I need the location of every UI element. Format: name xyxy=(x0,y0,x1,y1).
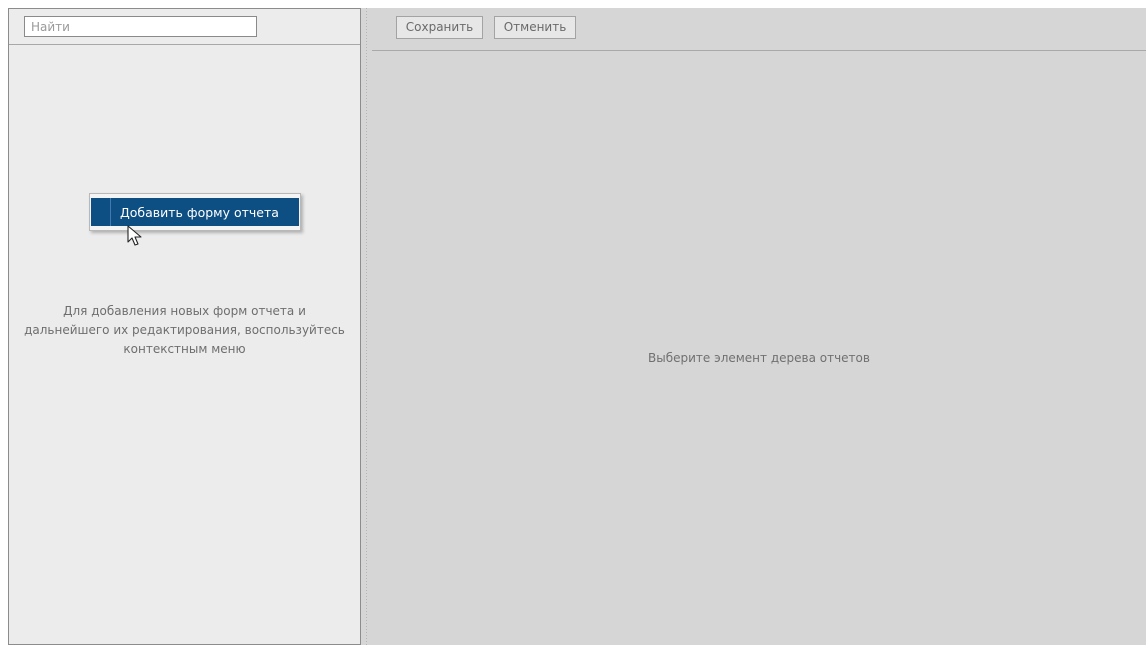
report-tree-panel: Добавить форму отчета Для добавления нов… xyxy=(8,8,361,645)
report-editor-window: Добавить форму отчета Для добавления нов… xyxy=(8,8,1146,645)
mouse-pointer-icon xyxy=(127,225,142,246)
menu-item-gutter xyxy=(91,198,111,226)
panel-splitter[interactable] xyxy=(366,8,367,645)
toolbar: Сохранить Отменить xyxy=(372,8,1146,51)
empty-workspace-message: Выберите элемент дерева отчетов xyxy=(648,351,870,365)
context-menu: Добавить форму отчета xyxy=(89,193,301,231)
search-input[interactable] xyxy=(24,16,257,37)
empty-tree-hint: Для добавления новых форм отчета и дальн… xyxy=(24,304,345,356)
save-button[interactable]: Сохранить xyxy=(396,16,483,39)
cancel-button[interactable]: Отменить xyxy=(494,16,576,39)
search-bar xyxy=(9,9,360,45)
menu-item-add-report-form[interactable]: Добавить форму отчета xyxy=(91,198,299,226)
menu-item-label: Добавить форму отчета xyxy=(120,204,279,220)
